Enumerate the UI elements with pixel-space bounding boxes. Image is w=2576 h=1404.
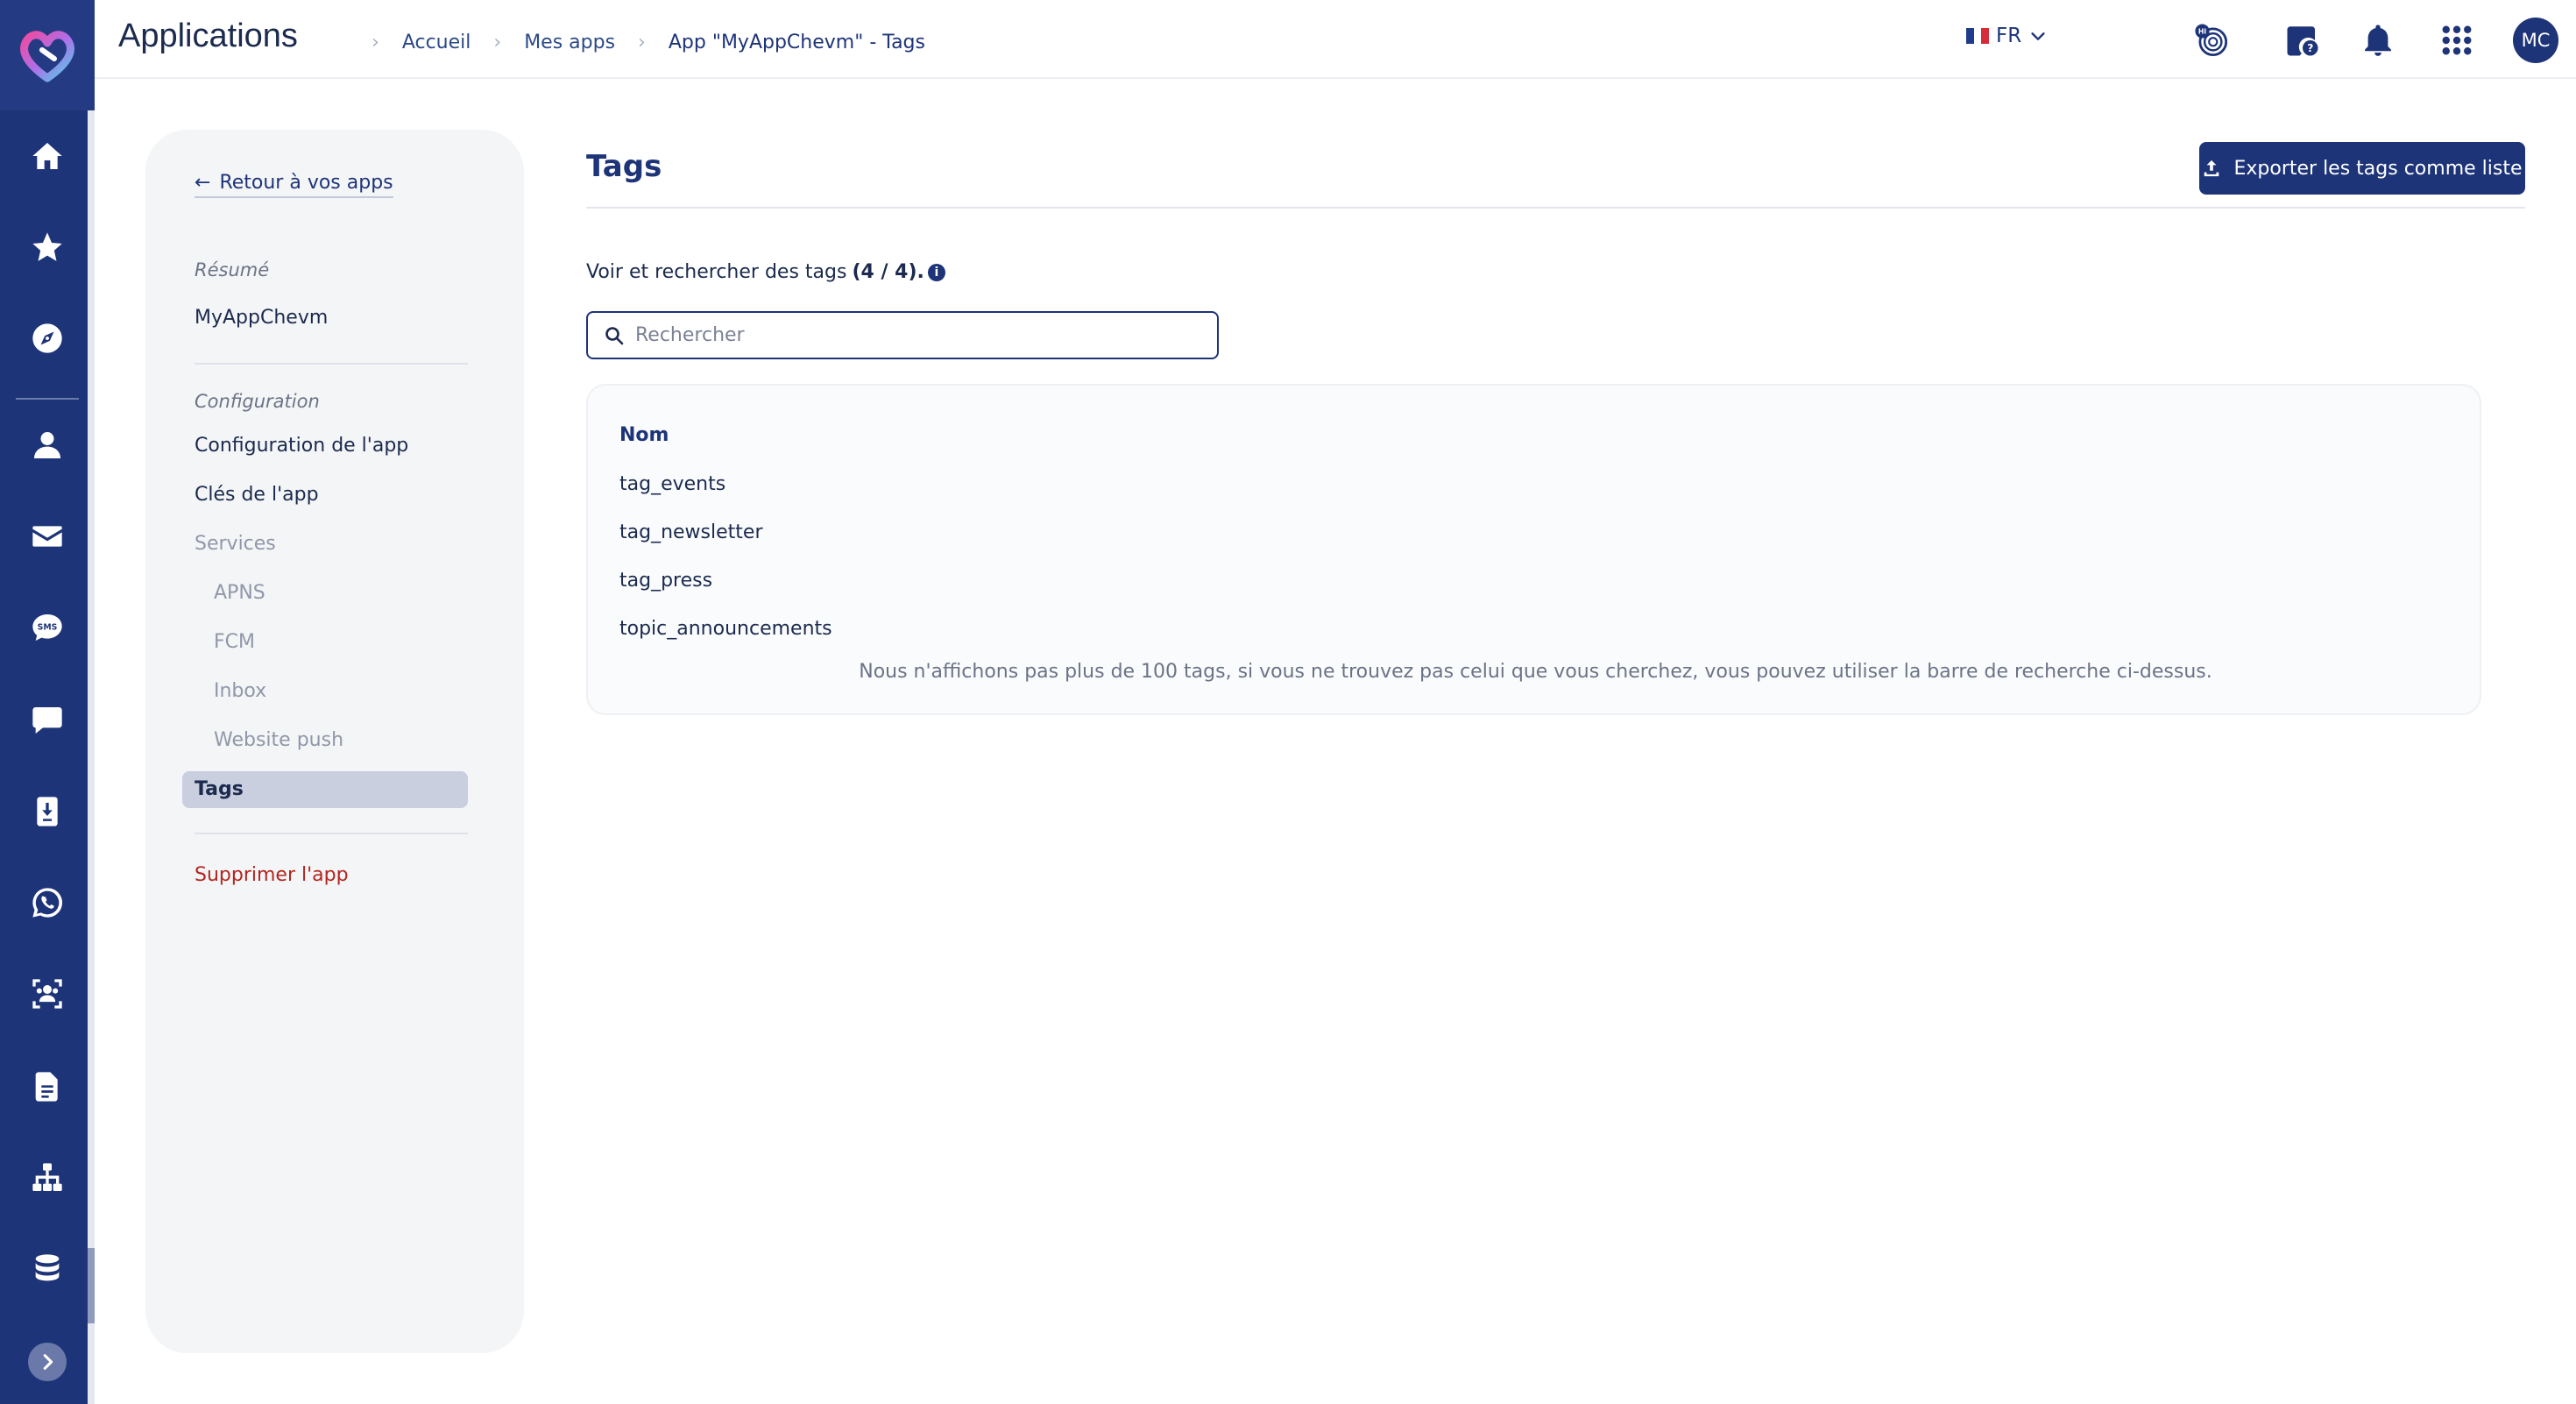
nav-item-app-name[interactable]: MyAppChevm bbox=[195, 307, 328, 329]
svg-text:SMS: SMS bbox=[38, 623, 58, 633]
chevron-right-icon bbox=[43, 1354, 53, 1370]
nav-item-website-push[interactable]: Website push bbox=[214, 729, 343, 751]
tags-summary-text: Voir et rechercher des tags bbox=[586, 261, 847, 283]
tags-count: (4 / 4). bbox=[852, 261, 924, 283]
table-row: tag_newsletter bbox=[619, 521, 763, 543]
breadcrumb-home[interactable]: Accueil bbox=[402, 32, 471, 53]
avatar[interactable]: MC bbox=[2513, 18, 2558, 63]
nav-divider bbox=[195, 363, 468, 365]
summary-heading: Résumé bbox=[195, 259, 270, 280]
language-code: FR bbox=[1996, 25, 2022, 47]
nav-item-tags-label: Tags bbox=[195, 778, 244, 800]
breadcrumb-separator: › bbox=[638, 32, 646, 53]
tags-table: Nom tag_events tag_newsletter tag_press … bbox=[586, 384, 2481, 715]
document-icon[interactable] bbox=[26, 1066, 68, 1108]
chevron-down-icon bbox=[2031, 32, 2045, 40]
nav-item-app-config[interactable]: Configuration de l'app bbox=[195, 435, 408, 457]
rail-scrollbar-thumb[interactable] bbox=[88, 1248, 95, 1323]
chat-icon[interactable] bbox=[26, 699, 68, 741]
whats-new-icon[interactable]: HI bbox=[2190, 19, 2233, 61]
nav-item-app-keys[interactable]: Clés de l'app bbox=[195, 484, 319, 506]
email-icon[interactable] bbox=[26, 515, 68, 557]
search-icon bbox=[605, 326, 624, 344]
nav-divider bbox=[195, 833, 468, 834]
configuration-heading: Configuration bbox=[195, 391, 320, 412]
app-title: Applications bbox=[118, 18, 298, 54]
left-rail: SMS bbox=[0, 0, 95, 1404]
audience-icon[interactable] bbox=[26, 973, 68, 1015]
breadcrumb-separator: › bbox=[493, 32, 502, 53]
nav-item-fcm[interactable]: FCM bbox=[214, 631, 255, 653]
svg-text:?: ? bbox=[2307, 42, 2313, 54]
search-input[interactable] bbox=[635, 324, 1196, 346]
svg-text:HI: HI bbox=[2198, 27, 2206, 35]
breadcrumb-separator: › bbox=[372, 32, 379, 53]
logo[interactable] bbox=[0, 0, 95, 110]
mobile-download-icon[interactable] bbox=[26, 791, 68, 833]
expand-rail-button[interactable] bbox=[28, 1343, 67, 1381]
language-selector[interactable]: FR bbox=[1966, 25, 2048, 47]
table-row: tag_events bbox=[619, 473, 726, 495]
nav-item-services[interactable]: Services bbox=[195, 533, 276, 555]
help-icon[interactable]: ? bbox=[2282, 19, 2324, 61]
app-settings-nav: ← Retour à vos apps Résumé MyAppChevm Co… bbox=[145, 130, 524, 1353]
sms-icon[interactable]: SMS bbox=[26, 606, 68, 649]
star-icon[interactable] bbox=[26, 226, 68, 268]
breadcrumb-my-apps[interactable]: Mes apps bbox=[524, 32, 615, 53]
export-tags-label: Exporter les tags comme liste bbox=[2233, 157, 2523, 180]
table-row: topic_announcements bbox=[619, 618, 832, 640]
rail-scrollbar[interactable] bbox=[88, 110, 95, 1404]
nav-item-apns[interactable]: APNS bbox=[214, 582, 265, 604]
table-row: tag_press bbox=[619, 570, 713, 592]
sitemap-icon[interactable] bbox=[26, 1157, 68, 1199]
breadcrumb-current: App "MyAppChevm" - Tags bbox=[668, 32, 925, 53]
back-to-apps-label: Retour à vos apps bbox=[219, 172, 393, 194]
title-divider bbox=[586, 207, 2525, 209]
nav-item-tags[interactable]: Tags bbox=[182, 771, 468, 808]
nav-item-inbox[interactable]: Inbox bbox=[214, 680, 266, 702]
tags-summary: Voir et rechercher des tags (4 / 4). i bbox=[586, 261, 945, 283]
database-icon[interactable] bbox=[26, 1248, 68, 1290]
export-tags-button[interactable]: Exporter les tags comme liste bbox=[2199, 142, 2525, 195]
upload-icon bbox=[2204, 160, 2219, 177]
user-icon[interactable] bbox=[26, 424, 68, 466]
column-header-name: Nom bbox=[619, 424, 669, 446]
back-to-apps-link[interactable]: ← Retour à vos apps bbox=[195, 172, 393, 198]
apps-grid-icon[interactable] bbox=[2436, 19, 2478, 61]
arrow-left-icon: ← bbox=[195, 172, 211, 194]
delete-app-link[interactable]: Supprimer l'app bbox=[195, 864, 349, 886]
compass-icon[interactable] bbox=[26, 317, 68, 359]
tags-search-box bbox=[586, 311, 1219, 359]
france-flag-icon bbox=[1966, 28, 1990, 44]
breadcrumb: › Accueil › Mes apps › App "MyAppChevm" … bbox=[349, 32, 925, 53]
info-icon[interactable]: i bbox=[927, 263, 945, 281]
heart-logo-icon bbox=[20, 31, 74, 82]
whatsapp-icon[interactable] bbox=[26, 882, 68, 924]
table-limit-note: Nous n'affichons pas plus de 100 tags, s… bbox=[859, 661, 2212, 683]
page-title: Tags bbox=[586, 149, 662, 184]
bell-icon[interactable] bbox=[2357, 19, 2399, 61]
rail-divider bbox=[16, 398, 79, 400]
home-icon[interactable] bbox=[26, 135, 68, 177]
